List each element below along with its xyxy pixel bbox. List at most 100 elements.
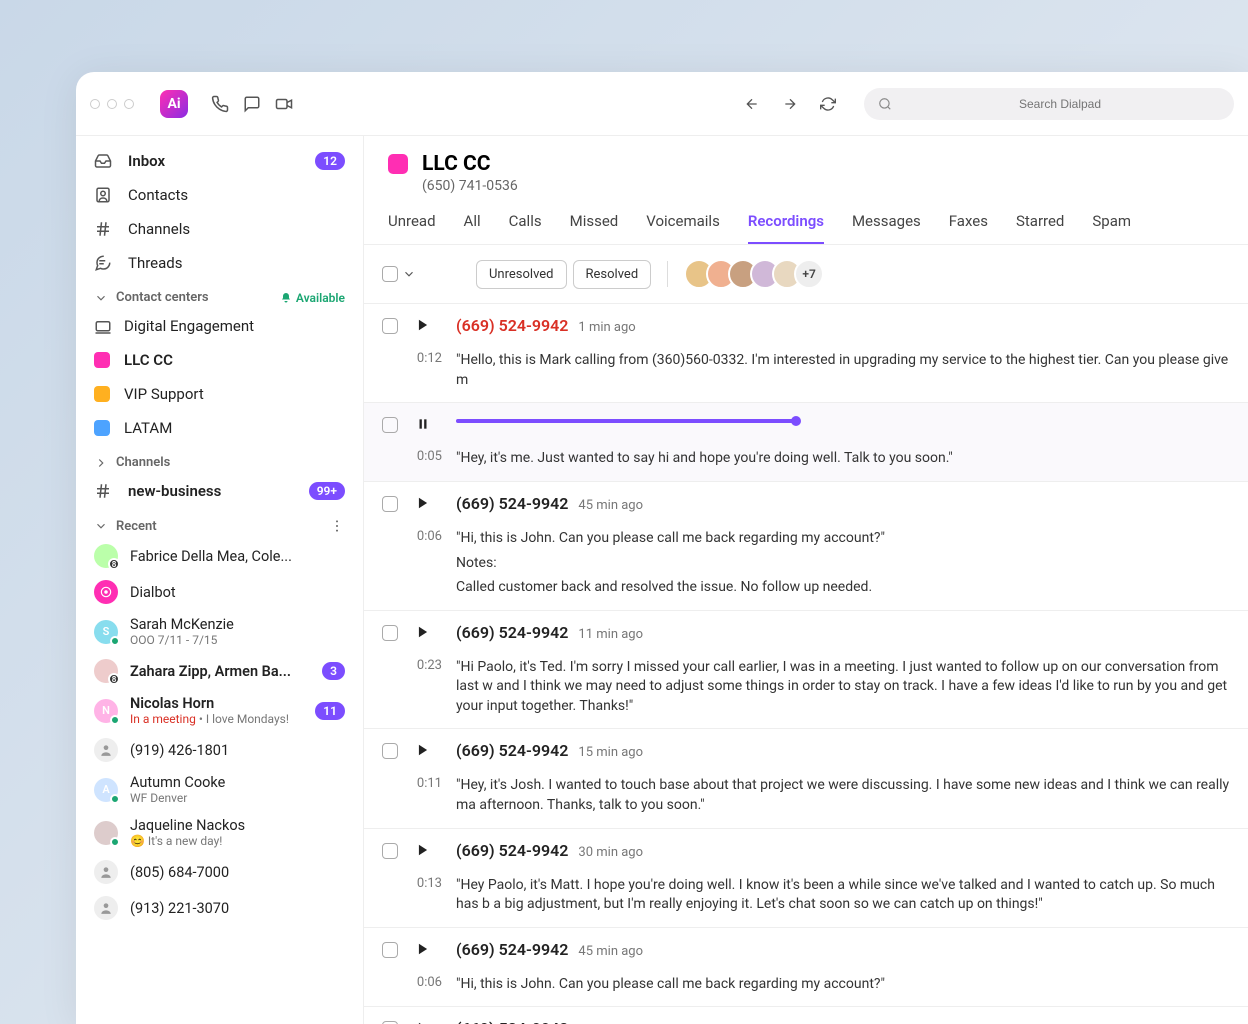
filter-resolved[interactable]: Resolved <box>573 260 652 289</box>
channels-section-header[interactable]: Channels <box>76 445 363 474</box>
checkbox-icon[interactable] <box>382 942 398 958</box>
search-wrap[interactable] <box>864 88 1234 120</box>
hash-icon <box>94 220 114 238</box>
row-checkbox[interactable] <box>382 741 406 759</box>
checkbox-icon[interactable] <box>382 266 398 282</box>
play-icon <box>416 743 430 757</box>
traffic-maximize[interactable] <box>124 99 134 109</box>
cc-item[interactable]: LATAM <box>76 411 363 445</box>
recording-phone: (669) 524-9942 <box>456 1019 568 1024</box>
row-checkbox[interactable] <box>382 494 406 512</box>
recording-row: (669) 524-994230 min ago0:13"Hey Paolo, … <box>364 829 1248 928</box>
tab-messages[interactable]: Messages <box>852 212 921 244</box>
recent-item[interactable]: 8Zahara Zipp, Armen Ba...3 <box>76 653 363 689</box>
recording-transcript: "Hi, this is John. Can you please call m… <box>456 529 1230 598</box>
nav-channels[interactable]: Channels <box>76 212 363 246</box>
nav-contacts[interactable]: Contacts <box>76 178 363 212</box>
tab-missed[interactable]: Missed <box>570 212 619 244</box>
titlebar: Ai <box>76 72 1248 136</box>
tab-voicemails[interactable]: Voicemails <box>646 212 720 244</box>
message-icon[interactable] <box>242 94 262 114</box>
color-dot <box>94 352 110 368</box>
search-input[interactable] <box>900 97 1220 111</box>
avatar <box>94 896 118 920</box>
tab-faxes[interactable]: Faxes <box>949 212 988 244</box>
pause-button[interactable] <box>416 417 446 431</box>
recording-row: (669) 524-994211 min ago0:23"Hi Paolo, i… <box>364 611 1248 730</box>
play-button[interactable] <box>416 743 446 757</box>
row-checkbox[interactable] <box>382 940 406 958</box>
recent-name: (805) 684-7000 <box>130 864 345 881</box>
nav-threads[interactable]: Threads <box>76 246 363 280</box>
play-button[interactable] <box>416 942 446 956</box>
channel-item[interactable]: new-business 99+ <box>76 474 363 508</box>
recent-section-header[interactable]: Recent <box>76 508 363 538</box>
recording-transcript: "Hi, this is John. Can you please call m… <box>456 975 1230 995</box>
avatar-stack[interactable]: +7 <box>684 259 824 289</box>
cc-item[interactable]: LLC CC <box>76 343 363 377</box>
recent-badge: 3 <box>322 662 345 680</box>
play-button[interactable] <box>416 625 446 639</box>
tab-recordings[interactable]: Recordings <box>748 212 824 244</box>
refresh-icon[interactable] <box>818 94 838 114</box>
row-checkbox[interactable] <box>382 1019 406 1024</box>
video-icon[interactable] <box>274 94 294 114</box>
traffic-minimize[interactable] <box>107 99 117 109</box>
nav-inbox[interactable]: Inbox 12 <box>76 144 363 178</box>
tab-all[interactable]: All <box>464 212 481 244</box>
recent-item[interactable]: NNicolas HornIn a meeting • I love Monda… <box>76 689 363 732</box>
nav-label: Inbox <box>128 152 165 170</box>
chevron-down-icon[interactable] <box>402 267 416 281</box>
tab-spam[interactable]: Spam <box>1092 212 1131 244</box>
recording-row: (669) 524-994245 min ago0:06"Hi, this is… <box>364 928 1248 1008</box>
play-button[interactable] <box>416 496 446 510</box>
recent-item[interactable]: SSarah McKenzieOOO 7/11 - 7/15 <box>76 610 363 653</box>
play-icon <box>416 843 430 857</box>
more-icon[interactable] <box>329 518 345 534</box>
row-checkbox[interactable] <box>382 415 406 433</box>
recent-item[interactable]: (919) 426-1801 <box>76 732 363 768</box>
checkbox-icon[interactable] <box>382 625 398 641</box>
recording-row: (669) 524-994215 min ago0:11"Hey, it's J… <box>364 729 1248 828</box>
tab-starred[interactable]: Starred <box>1016 212 1064 244</box>
recording-duration: 0:06 <box>382 529 446 544</box>
recording-phone: (669) 524-9942 <box>456 940 568 959</box>
nav-label: Threads <box>128 254 182 272</box>
recent-item[interactable]: AAutumn CookeWF Denver <box>76 768 363 811</box>
row-checkbox[interactable] <box>382 841 406 859</box>
recent-item[interactable]: (913) 221-3070 <box>76 890 363 926</box>
checkbox-icon[interactable] <box>382 743 398 759</box>
recent-sub: 😊 It's a new day! <box>130 834 345 848</box>
forward-icon[interactable] <box>780 94 800 114</box>
checkbox-icon[interactable] <box>382 318 398 334</box>
back-icon[interactable] <box>742 94 762 114</box>
cc-item[interactable]: VIP Support <box>76 377 363 411</box>
cc-item[interactable]: Digital Engagement <box>76 309 363 343</box>
checkbox-icon[interactable] <box>382 843 398 859</box>
recent-item[interactable]: (805) 684-7000 <box>76 854 363 890</box>
tab-unread[interactable]: Unread <box>388 212 436 244</box>
cc-label: LLC CC <box>124 351 173 369</box>
play-button[interactable] <box>416 318 446 332</box>
color-dot <box>94 420 110 436</box>
recent-item[interactable]: 8Fabrice Della Mea, Cole... <box>76 538 363 574</box>
tab-calls[interactable]: Calls <box>509 212 542 244</box>
recent-item[interactable]: Jaqueline Nackos😊 It's a new day! <box>76 811 363 854</box>
playback-progress[interactable] <box>456 415 1230 423</box>
phone-icon[interactable] <box>210 94 230 114</box>
select-all[interactable] <box>382 266 416 282</box>
cc-section-header[interactable]: Contact centers Available <box>76 280 363 309</box>
row-checkbox[interactable] <box>382 316 406 334</box>
app-logo: Ai <box>160 90 188 118</box>
recent-item[interactable]: Dialbot <box>76 574 363 610</box>
avatar-more[interactable]: +7 <box>794 259 824 289</box>
play-button[interactable] <box>416 843 446 857</box>
recording-phone: (669) 524-9942 <box>456 316 568 335</box>
filter-unresolved[interactable]: Unresolved <box>476 260 567 289</box>
inbox-badge: 12 <box>315 152 345 170</box>
traffic-lights <box>90 99 134 109</box>
traffic-close[interactable] <box>90 99 100 109</box>
row-checkbox[interactable] <box>382 623 406 641</box>
checkbox-icon[interactable] <box>382 496 398 512</box>
checkbox-icon[interactable] <box>382 417 398 433</box>
